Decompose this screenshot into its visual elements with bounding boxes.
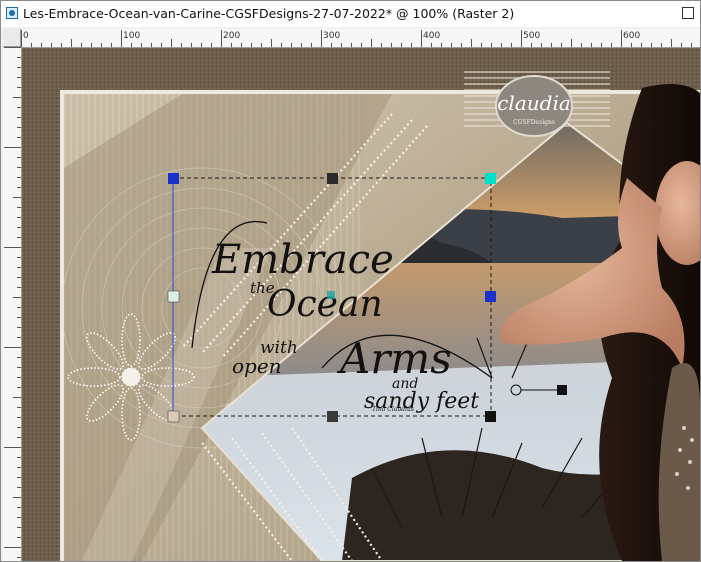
rotation-end-handle[interactable] [557,385,567,395]
image-icon [6,7,18,19]
artwork: claudia CGSFDesigns Embrace the Ocean wi… [22,48,700,561]
text-open: open [232,354,282,378]
watermark-text: claudia [497,91,571,115]
maximize-button[interactable] [682,7,694,19]
handle-bottom-right[interactable] [485,411,496,422]
ruler-label-600: 600 [623,31,641,41]
horizontal-ruler[interactable]: 0 100 200 300 400 500 600 [21,29,700,48]
image-canvas[interactable]: claudia CGSFDesigns Embrace the Ocean wi… [22,48,700,561]
window-title: Les-Embrace-Ocean-van-Carine-CGSFDesigns… [23,6,515,21]
handle-bottom-left[interactable] [167,410,180,423]
handle-bottom-middle[interactable] [327,411,338,422]
image-window: Les-Embrace-Ocean-van-Carine-CGSFDesigns… [0,0,701,562]
ruler-label-500: 500 [523,31,541,41]
vertical-ruler[interactable] [3,47,22,561]
ruler-label-200: 200 [223,31,241,41]
handle-top-left[interactable] [168,173,179,184]
title-bar[interactable]: Les-Embrace-Ocean-van-Carine-CGSFDesigns… [1,1,700,27]
text-embrace: Embrace [211,237,394,283]
ruler-label-300: 300 [323,31,341,41]
ruler-label-0: 0 [23,31,29,41]
text-signature: Tina Claudius [372,406,414,413]
watermark-subtext: CGSFDesigns [513,119,555,126]
vertical-ruler-ticks [4,47,21,558]
ruler-corner [3,29,21,47]
text-ocean: Ocean [267,284,383,325]
handle-top-right[interactable] [485,173,496,184]
handle-middle-left[interactable] [167,290,180,303]
ruler-label-400: 400 [423,31,441,41]
handle-top-middle[interactable] [327,173,338,184]
ruler-label-100: 100 [123,31,141,41]
handle-pivot[interactable] [327,291,335,299]
handle-middle-right[interactable] [485,291,496,302]
